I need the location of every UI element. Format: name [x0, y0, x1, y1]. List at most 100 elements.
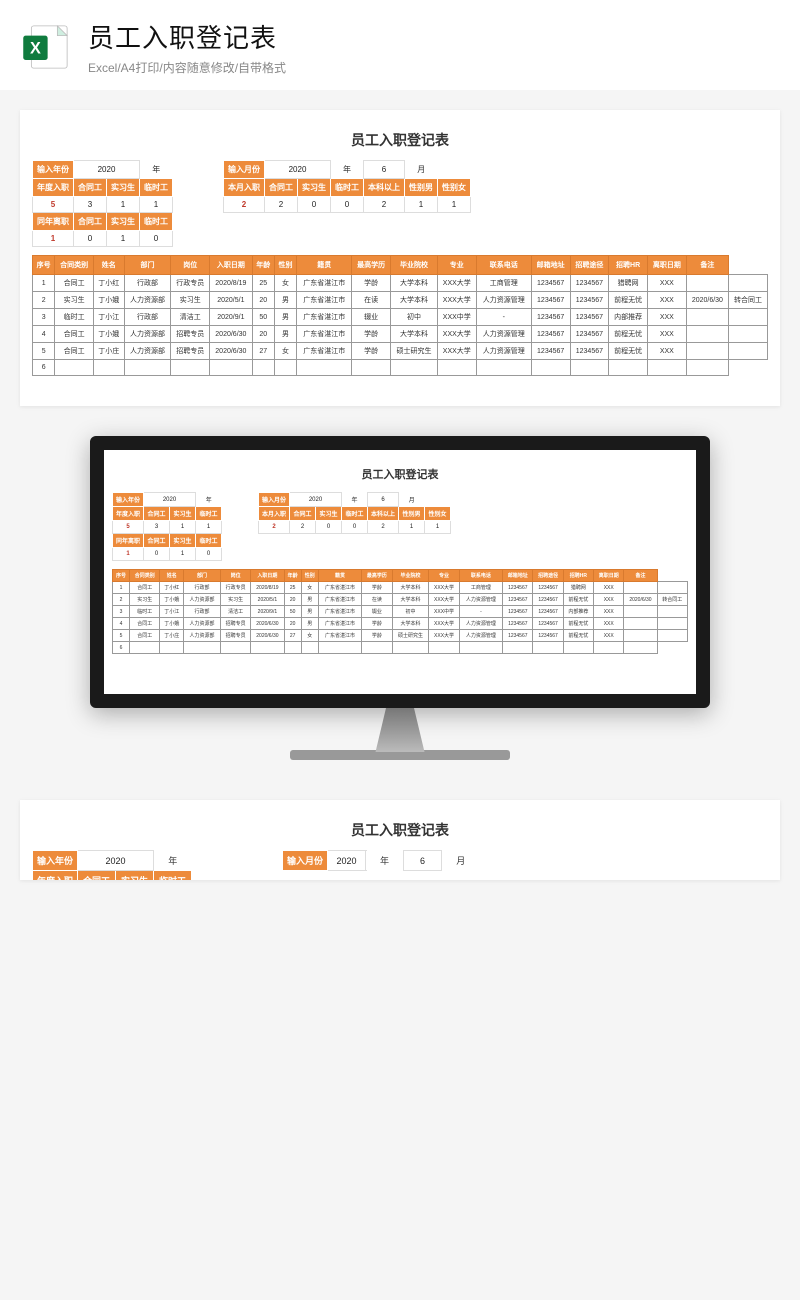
- table-cell: 前程无忧: [563, 630, 593, 642]
- table-cell: [124, 360, 171, 376]
- table-cell: 合同工: [130, 618, 160, 630]
- table-cell: 前程无忧: [563, 594, 593, 606]
- table-cell: XXX: [647, 343, 686, 360]
- table-cell: 实习生: [171, 292, 210, 309]
- table-row: 1合同工丁小红行政部行政专员2020/8/1925女广东省湛江市学龄大学本科XX…: [113, 582, 688, 594]
- table-cell: [624, 630, 657, 642]
- cell: 2020: [144, 493, 196, 507]
- cell: [425, 493, 451, 507]
- month-summary-block-2: 输入月份 2020 年 6 月 本月入职合同工实习生临时工本科以上性别男性别女 …: [258, 492, 451, 561]
- column-header: 岗位: [171, 256, 210, 275]
- table-cell: 大学本科: [392, 582, 429, 594]
- table-cell: 工商管理: [459, 582, 502, 594]
- year-summary-block-3: 输入年份 2020 年 年度入职合同工实习生临时工: [32, 850, 192, 880]
- table-row: 5合同工丁小庄人力资源部招聘专员2020/6/3027女广东省湛江市学龄硕士研究…: [33, 343, 768, 360]
- table-cell: 广东省湛江市: [297, 326, 352, 343]
- table-cell: 行政部: [184, 582, 221, 594]
- table-cell: [624, 618, 657, 630]
- table-cell: [392, 642, 429, 654]
- table-cell: 50: [252, 309, 274, 326]
- table-cell: 1234567: [533, 618, 563, 630]
- column-header: 年龄: [252, 256, 274, 275]
- cell: 合同工: [290, 507, 316, 521]
- table-cell: XXX: [647, 326, 686, 343]
- table-cell: [94, 360, 125, 376]
- table-cell: 清洁工: [171, 309, 210, 326]
- table-cell: 1234567: [533, 582, 563, 594]
- column-header: 姓名: [160, 570, 184, 582]
- column-header: 招聘HR: [563, 570, 593, 582]
- table-cell: 6: [33, 360, 55, 376]
- month-summary-block: 输入月份 2020 年 6 月 本月入职 合同工 实习生 临时工 本科以上 性别…: [223, 160, 471, 247]
- table-row: 2实习生丁小娥人力资源部实习生2020/5/120男广东省湛江市在读大学本科XX…: [33, 292, 768, 309]
- year2-v3: 1: [107, 231, 140, 247]
- year2-h4: 临时工: [140, 213, 173, 231]
- cell: 1: [425, 521, 451, 534]
- cell: 实习生: [170, 507, 196, 521]
- template-preview-partial: 员工入职登记表 输入年份 2020 年 年度入职合同工实习生临时工 输入月份 2…: [20, 800, 780, 880]
- year-h3: 实习生: [107, 179, 140, 197]
- table-cell: 1234567: [503, 618, 533, 630]
- cell: 年: [366, 851, 404, 871]
- column-header: 部门: [124, 256, 171, 275]
- table-cell: 行政部: [124, 275, 171, 292]
- cell: 年: [342, 493, 368, 507]
- table-cell: 广东省湛江市: [297, 343, 352, 360]
- m-h1: 本月入职: [224, 179, 265, 197]
- column-header: 合同类别: [130, 570, 160, 582]
- table-cell: [274, 360, 296, 376]
- table-cell: 1234567: [570, 309, 609, 326]
- table-cell: [251, 642, 284, 654]
- table-cell: 猎聘网: [563, 582, 593, 594]
- cell: 年度入职: [113, 507, 144, 521]
- table-cell: 丁小红: [94, 275, 125, 292]
- table-cell: 2020/8/19: [210, 275, 252, 292]
- table-cell: 1: [113, 582, 130, 594]
- m-h7: 性别女: [438, 179, 471, 197]
- m-h4: 临时工: [331, 179, 364, 197]
- cell: 实习生: [316, 507, 342, 521]
- table-cell: [171, 360, 210, 376]
- table-cell: 5: [33, 343, 55, 360]
- column-header: 联系电话: [459, 570, 502, 582]
- table-cell: 大学本科: [392, 618, 429, 630]
- year-h2: 合同工: [74, 179, 107, 197]
- cell: 0: [316, 521, 342, 534]
- table-cell: 1234567: [570, 343, 609, 360]
- year-mini-table-3: 输入年份 2020 年 年度入职合同工实习生临时工: [32, 850, 192, 880]
- table-cell: 人力资源管理: [476, 292, 531, 309]
- table-cell: 2020/6/30: [210, 326, 252, 343]
- excel-icon: X: [20, 21, 72, 73]
- table-cell: 大学本科: [391, 275, 438, 292]
- m-v4: 0: [331, 197, 364, 213]
- table-cell: 1234567: [533, 594, 563, 606]
- table-cell: 1234567: [531, 275, 570, 292]
- year-v1: 5: [33, 197, 74, 213]
- year-v3: 1: [107, 197, 140, 213]
- m-year-value: 2020: [265, 161, 331, 179]
- summary-row: 输入年份 2020 年 年度入职 合同工 实习生 临时工 5 3 1 1: [32, 160, 768, 247]
- table-cell: 女: [274, 275, 296, 292]
- table-cell: 广东省湛江市: [297, 292, 352, 309]
- table-cell: 1234567: [503, 582, 533, 594]
- cell: 年: [196, 493, 222, 507]
- table-cell: 人力资源部: [184, 630, 221, 642]
- year-h1: 年度入职: [33, 179, 74, 197]
- employee-table-2: 序号合同类别姓名部门岗位入职日期年龄性别籍贯最高学历毕业院校专业联系电话邮箱地址…: [112, 569, 688, 654]
- year2-v1: 1: [33, 231, 74, 247]
- table-cell: 2020/9/1: [251, 606, 284, 618]
- cell: 0: [196, 548, 222, 561]
- monitor-stand: [365, 708, 435, 752]
- cell: 临时工: [154, 871, 192, 881]
- cell: 2020: [328, 851, 366, 871]
- table-row: 4合同工丁小娥人力资源部招聘专员2020/6/3020男广东省湛江市学龄大学本科…: [33, 326, 768, 343]
- m-v5: 2: [364, 197, 405, 213]
- table-cell: 合同工: [55, 343, 94, 360]
- page-subtitle: Excel/A4打印/内容随意修改/自带格式: [88, 59, 780, 76]
- table-cell: [624, 606, 657, 618]
- table-cell: 20: [252, 326, 274, 343]
- year-h4: 临时工: [140, 179, 173, 197]
- table-cell: 学龄: [362, 618, 392, 630]
- table-cell: [429, 642, 459, 654]
- cell: 临时工: [196, 507, 222, 521]
